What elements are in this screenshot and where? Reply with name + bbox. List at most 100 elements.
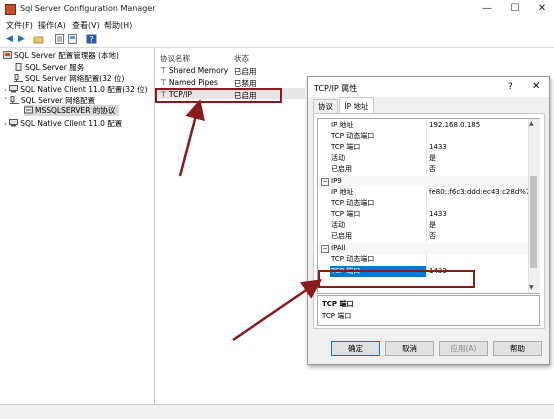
grid-row[interactable]: IP 地址 fe80::f6c3:ddd:ec43:c28d%7: [318, 187, 531, 198]
expand-arrow-icon[interactable]: ›: [4, 120, 7, 128]
help-button[interactable]: 帮助: [493, 341, 542, 356]
property-value: 是: [429, 221, 436, 229]
group-header-ipall[interactable]: − IPAll: [318, 243, 529, 254]
grid-row[interactable]: 活动 是: [318, 153, 529, 164]
tree-item-native-client-32[interactable]: › SQL Native Client 11.0 配置(32 位): [4, 84, 148, 95]
grid-row[interactable]: TCP 端口 1433: [318, 209, 529, 220]
column-header-status[interactable]: 状态: [234, 53, 249, 64]
tree-item-native-client[interactable]: › SQL Native Client 11.0 配置: [4, 118, 122, 129]
ok-button[interactable]: 确定: [331, 341, 380, 356]
apply-button[interactable]: 应用(A): [439, 341, 488, 356]
grid-row[interactable]: 已启用 否: [318, 231, 529, 242]
property-name: IP 地址: [331, 188, 354, 196]
tree-item-label: SQL Server 服务: [25, 63, 85, 72]
grid-row[interactable]: TCP 端口 1433: [318, 142, 529, 153]
protocol-icon: ⊤: [160, 78, 169, 87]
menu-view[interactable]: 查看(V): [72, 20, 100, 31]
property-name: 已启用: [331, 232, 352, 240]
tree-item-mssqlserver-protocols[interactable]: MSSQLSERVER 的协议: [24, 105, 120, 116]
grid-row[interactable]: IP 地址 192.168.0.185: [318, 120, 529, 131]
cancel-button[interactable]: 取消: [385, 341, 434, 356]
list-item-shared-memory[interactable]: ⊤ Shared Memory: [160, 66, 228, 75]
group-label: IPAll: [331, 244, 346, 252]
client-icon: [9, 119, 19, 127]
dialog-title: TCP/IP 属性: [314, 84, 358, 93]
group-label: IP9: [331, 177, 342, 185]
tree-item-label: SQL Server 网络配置: [20, 96, 96, 105]
property-value: 1433: [429, 210, 447, 218]
property-value: 192.168.0.185: [429, 121, 481, 129]
tree-item-label: SQL Native Client 11.0 配置(32 位): [20, 85, 148, 94]
tree-item-network-config-32[interactable]: SQL Server 网络配置(32 位): [14, 73, 125, 84]
toolbar: [0, 32, 554, 48]
scroll-up-icon[interactable]: ▲: [529, 120, 534, 127]
menu-file[interactable]: 文件(F): [6, 20, 33, 31]
collapse-arrow-icon[interactable]: ˅: [4, 97, 8, 105]
annotation-box-tcp-ip: [155, 88, 282, 103]
property-value: 否: [429, 232, 436, 240]
property-name: 活动: [331, 154, 345, 162]
grid-row[interactable]: TCP 动态端口: [318, 131, 529, 142]
property-name: TCP 动态端口: [331, 199, 375, 207]
app-icon: [5, 4, 16, 15]
property-value: fe80::f6c3:ddd:ec43:c28d%7: [429, 188, 531, 196]
grid-row[interactable]: 活动 是: [318, 220, 529, 231]
property-name: TCP 动态端口: [331, 132, 375, 140]
scrollbar-thumb[interactable]: [530, 176, 537, 268]
property-name: 活动: [331, 221, 345, 229]
tab-protocol[interactable]: 协议: [313, 99, 338, 113]
protocol-icon: [24, 106, 33, 114]
property-value: 1433: [429, 143, 447, 151]
property-name: TCP 端口: [331, 143, 361, 151]
window-title: Sql Server Configuration Manager: [20, 4, 156, 13]
help-icon[interactable]: ?: [86, 34, 97, 44]
tree-item-sql-services[interactable]: SQL Server 服务: [14, 62, 84, 73]
collapse-icon[interactable]: −: [321, 245, 329, 253]
menu-action[interactable]: 操作(A): [38, 20, 66, 31]
expand-arrow-icon[interactable]: ›: [4, 86, 7, 94]
tree-root-label: SQL Server 配置管理器 (本地): [14, 51, 119, 60]
collapse-icon[interactable]: −: [321, 178, 329, 186]
close-button[interactable]: ✕: [535, 3, 549, 15]
property-name: TCP 端口: [331, 210, 361, 218]
list-item-named-pipes[interactable]: ⊤ Named Pipes: [160, 78, 218, 87]
description-text: TCP 端口: [322, 312, 352, 320]
dialog-close-button[interactable]: ✕: [532, 81, 540, 92]
back-icon[interactable]: ◀: [4, 34, 15, 44]
protocol-icon: ⊤: [160, 66, 169, 75]
property-name: IP 地址: [331, 121, 354, 129]
protocol-name: Named Pipes: [168, 78, 218, 87]
group-header-ip9[interactable]: − IP9: [318, 176, 529, 187]
scroll-down-icon[interactable]: ▼: [529, 284, 534, 291]
tree-item-label: MSSQLSERVER 的协议: [35, 106, 116, 115]
properties-icon[interactable]: [54, 34, 65, 44]
tab-ip-address[interactable]: IP 地址: [339, 97, 374, 114]
tree-root[interactable]: SQL Server 配置管理器 (本地): [3, 50, 119, 61]
grid-row[interactable]: TCP 动态端口: [318, 198, 529, 209]
protocol-status: 已启用: [234, 67, 257, 76]
property-name: 已启用: [331, 165, 352, 173]
svg-text:?: ?: [89, 35, 93, 44]
minimize-button[interactable]: —: [480, 3, 494, 15]
dialog-help-button[interactable]: ?: [508, 82, 513, 92]
forward-icon[interactable]: ▶: [16, 34, 27, 44]
column-header-protocol-name[interactable]: 协议名称: [160, 53, 190, 64]
export-icon[interactable]: [67, 34, 78, 44]
network-icon: [14, 74, 23, 82]
protocol-name: Shared Memory: [168, 66, 229, 75]
menu-help[interactable]: 帮助(H): [104, 20, 132, 31]
folder-icon[interactable]: [33, 34, 44, 44]
property-name: TCP 动态端口: [331, 255, 375, 263]
ip-address-property-grid[interactable]: IP 地址 192.168.0.185 TCP 动态端口 TCP 端口 1433 活…: [317, 118, 540, 294]
status-bar: [0, 404, 554, 419]
tree-item-label: SQL Server 网络配置(32 位): [25, 74, 125, 83]
tree-item-label: SQL Native Client 11.0 配置: [20, 119, 123, 128]
maximize-button[interactable]: ☐: [508, 3, 522, 15]
grid-row[interactable]: 已启用 否: [318, 164, 529, 175]
client-icon: [9, 85, 19, 93]
grid-row[interactable]: TCP 动态端口: [318, 254, 529, 265]
annotation-box-tcp-port: [318, 270, 475, 288]
tree-pane: SQL Server 配置管理器 (本地) SQL Server 服务 SQL …: [0, 48, 155, 404]
property-value: 否: [429, 165, 436, 173]
network-icon: [9, 96, 19, 104]
